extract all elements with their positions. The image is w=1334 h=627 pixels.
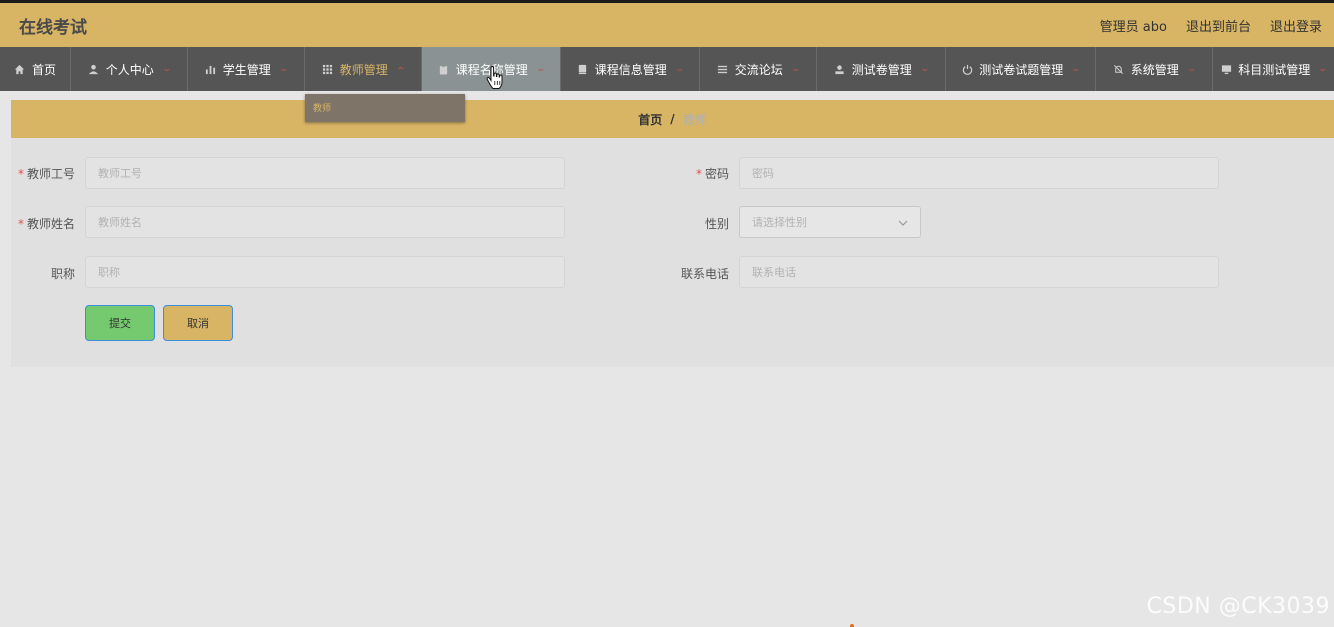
teacher-management-dropdown: 教师: [305, 94, 465, 122]
dropdown-item-teacher[interactable]: 教师: [313, 101, 331, 114]
clipboard-icon: [438, 63, 450, 75]
nav-label: 教师管理: [339, 62, 388, 77]
chevron-down-icon: ⌄: [278, 64, 289, 74]
grid-icon: [322, 63, 334, 75]
title-input[interactable]: [85, 256, 565, 288]
app-title: 在线考试: [19, 18, 87, 38]
top-header: 在线考试 管理员 abo 退出到前台 退出登录: [0, 0, 1334, 47]
gender-label: 性别: [704, 217, 729, 231]
nav-label: 课程信息管理: [594, 62, 667, 77]
breadcrumb: 首页 / 教师: [11, 100, 1334, 138]
nav-label: 交流论坛: [734, 62, 783, 77]
chevron-down-icon: ⌄: [790, 64, 801, 74]
breadcrumb-home[interactable]: 首页: [638, 111, 662, 128]
teacher-name-input[interactable]: [85, 206, 565, 238]
chevron-down-icon: ⌄: [1186, 64, 1197, 74]
bar-chart-icon: [205, 63, 217, 75]
user-icon: [88, 63, 100, 75]
home-icon: [14, 63, 26, 75]
chevron-down-icon: ⌄: [1317, 64, 1329, 74]
user-card-icon: [834, 63, 846, 75]
nav-label: 测试卷管理: [851, 62, 912, 77]
breadcrumb-separator: /: [670, 112, 675, 126]
nav-item-personal-center[interactable]: 个人中心 ⌄: [71, 47, 188, 91]
gender-select[interactable]: 请选择性别: [739, 206, 921, 238]
nav-label: 首页: [31, 62, 56, 77]
cancel-button[interactable]: 取消: [163, 305, 233, 341]
required-mark: *: [17, 217, 24, 231]
nav-item-test-paper-management[interactable]: 测试卷管理 ⌄: [817, 47, 946, 91]
chevron-down-icon: ⌄: [161, 64, 172, 74]
required-mark: *: [695, 167, 702, 181]
chevron-down-icon: ⌄: [674, 64, 685, 74]
chevron-down-icon: [898, 216, 908, 229]
phone-input[interactable]: [739, 256, 1219, 288]
teacher-name-label: * 教师姓名: [17, 217, 75, 231]
hand-cursor-icon: [486, 65, 504, 93]
teacher-id-label: * 教师工号: [17, 167, 75, 181]
nav-item-home[interactable]: 首页: [0, 47, 71, 91]
admin-user-label[interactable]: 管理员 abo: [1100, 16, 1167, 35]
logout-link[interactable]: 退出登录: [1270, 16, 1322, 35]
chevron-down-icon: ⌄: [919, 64, 930, 74]
nav-label: 系统管理: [1130, 62, 1179, 77]
nav-item-teacher-management[interactable]: 教师管理 ⌄: [305, 47, 422, 91]
main-nav: 首页 个人中心 ⌄ 学生管理 ⌄ 教师管理 ⌄ 课程名称管理 ⌄ 课程信息管理 …: [0, 47, 1334, 91]
teacher-form: *教师工号 *密码 *教师姓名 性别 请选择性别 职称 联系电话 提交 取消: [11, 138, 1334, 367]
nav-item-course-info-management[interactable]: 课程信息管理 ⌄: [561, 47, 700, 91]
monitor-icon: [1220, 63, 1232, 75]
bell-off-icon: [1113, 63, 1125, 75]
watermark: CSDN @CK3039: [1146, 594, 1330, 619]
nav-item-test-question-management[interactable]: 测试卷试题管理 ⌄: [946, 47, 1096, 91]
header-actions: 管理员 abo 退出到前台 退出登录: [1100, 16, 1322, 35]
nav-item-student-management[interactable]: 学生管理 ⌄: [188, 47, 305, 91]
password-label: * 密码: [695, 167, 729, 181]
nav-item-subject-test-management[interactable]: 科目测试管理 ⌄: [1213, 47, 1334, 91]
phone-label: 联系电话: [680, 267, 729, 281]
password-input[interactable]: [739, 157, 1219, 189]
nav-item-forum[interactable]: 交流论坛 ⌄: [700, 47, 817, 91]
submit-button[interactable]: 提交: [85, 305, 155, 341]
nav-label: 科目测试管理: [1238, 62, 1311, 77]
chevron-down-icon: ⌄: [1070, 64, 1082, 74]
exit-to-front-link[interactable]: 退出到前台: [1186, 16, 1251, 35]
breadcrumb-current: 教师: [682, 112, 707, 127]
power-icon: [961, 63, 973, 75]
nav-label: 个人中心: [105, 62, 154, 77]
chevron-up-icon: ⌄: [395, 64, 406, 74]
nav-label: 测试卷试题管理: [979, 62, 1064, 77]
gender-select-placeholder: 请选择性别: [752, 216, 807, 229]
book-icon: [577, 63, 589, 75]
list-icon: [717, 63, 729, 75]
title-label: 职称: [50, 267, 75, 281]
required-mark: *: [17, 167, 24, 181]
nav-label: 学生管理: [222, 62, 271, 77]
nav-item-system-management[interactable]: 系统管理 ⌄: [1096, 47, 1213, 91]
teacher-id-input[interactable]: [85, 157, 565, 189]
chevron-down-icon: ⌄: [535, 64, 546, 74]
